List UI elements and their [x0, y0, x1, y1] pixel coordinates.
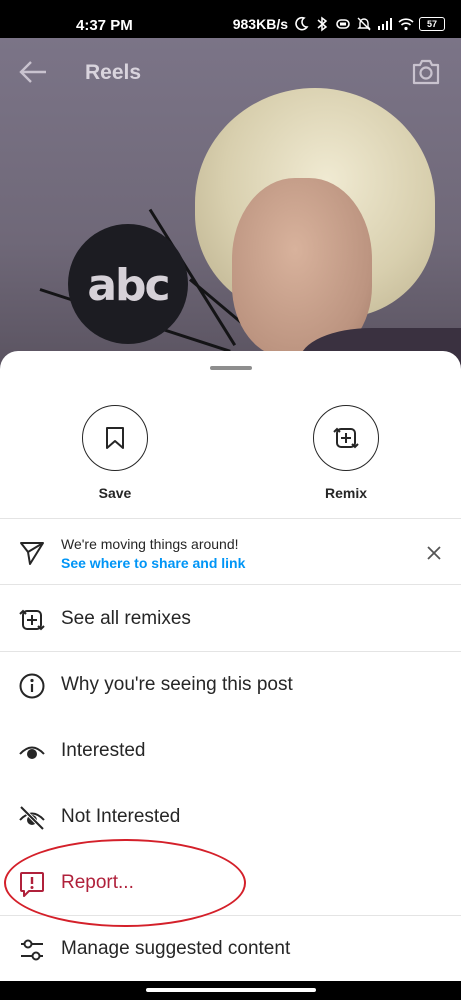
menu-label: See all remixes: [61, 608, 191, 629]
status-icons: 983KB/s 57: [233, 16, 445, 32]
remix-button[interactable]: Remix: [286, 405, 406, 501]
page-title: Reels: [85, 61, 142, 84]
remix-circle[interactable]: [313, 405, 379, 471]
eye-icon: [19, 746, 45, 759]
menu-item-not-interested[interactable]: Not Interested: [0, 785, 461, 851]
reels-header: Reels: [0, 38, 461, 106]
mute-bell-icon: [357, 17, 371, 31]
menu-item-why-seeing[interactable]: Why you're seeing this post: [0, 653, 461, 719]
menu-label: Report...: [61, 872, 134, 893]
share-link[interactable]: See where to share and link: [61, 555, 245, 571]
divider: [0, 651, 461, 652]
send-icon: [20, 542, 44, 565]
remix-icon: [19, 609, 45, 631]
menu-label: Manage suggested content: [61, 938, 291, 959]
home-gesture-bar[interactable]: [146, 988, 316, 992]
info-icon: [19, 673, 45, 699]
vibrate-icon: [336, 19, 350, 29]
report-icon: [20, 872, 44, 897]
menu-label: Not Interested: [61, 806, 181, 827]
back-arrow-icon[interactable]: [18, 58, 48, 86]
menu-item-see-all-remixes[interactable]: See all remixes: [0, 587, 461, 653]
remix-icon: [333, 427, 359, 449]
save-label: Save: [98, 485, 132, 501]
remix-label: Remix: [324, 485, 368, 501]
moon-icon: [295, 16, 309, 31]
sliders-icon: [21, 939, 43, 961]
menu-label: Why you're seeing this post: [61, 674, 293, 695]
options-sheet: Save Remix We're moving things around! S…: [0, 351, 461, 981]
share-notice: We're moving things around! See where to…: [0, 519, 461, 585]
status-bar: 4:37 PM 983KB/s 57: [0, 0, 461, 38]
bookmark-icon: [106, 427, 124, 449]
signal-icon: [378, 18, 392, 30]
abc-logo-text: abc: [87, 260, 170, 311]
divider: [0, 915, 461, 916]
close-icon[interactable]: [424, 543, 444, 563]
status-time: 4:37 PM: [76, 17, 133, 34]
wifi-icon: [398, 18, 414, 31]
eye-off-icon: [19, 805, 45, 831]
bluetooth-icon: [317, 16, 328, 32]
battery-icon: 57: [419, 17, 445, 31]
camera-icon[interactable]: [410, 56, 442, 88]
menu-item-report[interactable]: Report...: [0, 851, 461, 917]
system-nav-bar: [0, 981, 461, 1000]
menu-item-interested[interactable]: Interested: [0, 719, 461, 785]
menu-item-manage-suggested[interactable]: Manage suggested content: [0, 917, 461, 983]
divider: [0, 584, 461, 585]
network-speed: 983KB/s: [232, 16, 288, 32]
save-button[interactable]: Save: [55, 405, 175, 501]
drag-handle[interactable]: [210, 366, 252, 370]
menu-label: Interested: [61, 740, 146, 761]
notice-title: We're moving things around!: [61, 536, 239, 552]
save-circle[interactable]: [82, 405, 148, 471]
